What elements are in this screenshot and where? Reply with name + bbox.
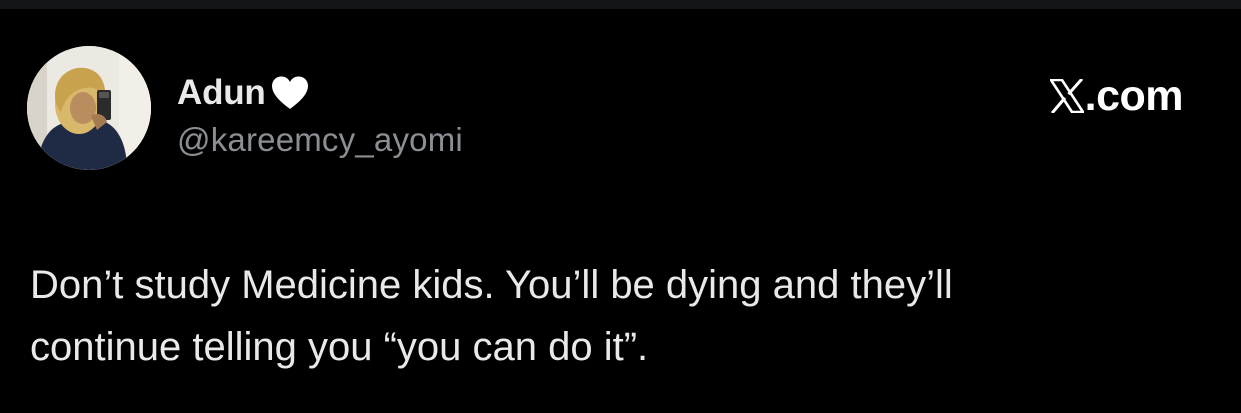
tweet-text-line: continue telling you “you can do it”. — [30, 325, 649, 369]
profile-photo — [27, 46, 151, 170]
brand-watermark: .com — [1048, 71, 1184, 120]
author-handle[interactable]: @kareemcy_ayomi — [177, 121, 463, 159]
white-heart-icon — [270, 75, 310, 111]
display-name-row[interactable]: Adun — [177, 71, 310, 115]
display-name[interactable]: Adun — [177, 73, 266, 113]
tweet-text-line: Don’t study Medicine kids. You’ll be dyi… — [30, 263, 953, 307]
top-strip — [0, 0, 1241, 9]
avatar[interactable] — [27, 46, 151, 170]
brand-suffix: .com — [1084, 71, 1184, 120]
tweet-card[interactable]: Adun @kareemcy_ayomi .com Don’t study Me… — [0, 9, 1241, 413]
tweet-text: Don’t study Medicine kids. You’ll be dyi… — [30, 254, 1210, 378]
x-logo-icon — [1048, 77, 1086, 115]
